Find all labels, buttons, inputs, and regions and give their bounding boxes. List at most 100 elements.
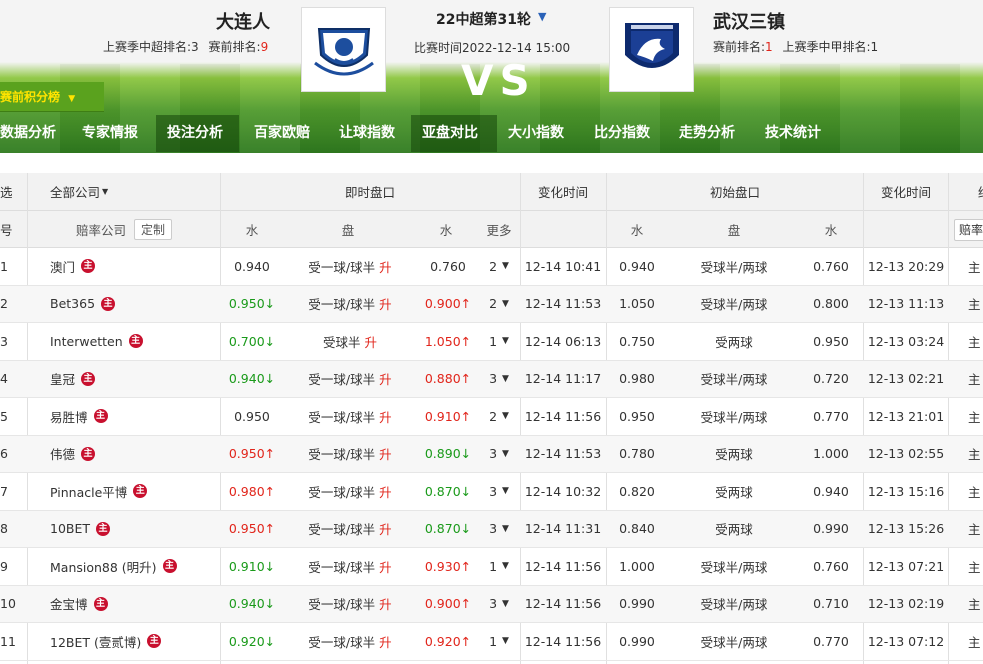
initial-odds-header: 初始盘口 [709,185,760,200]
initial-line-header: 盘 [727,222,741,238]
initial-water-away-text: 0.950 [813,333,849,349]
change-time-header: 变化时间 [537,185,588,200]
tab-data-analysis[interactable]: 数据分析 [0,115,72,152]
company-name[interactable]: 10BET 主 [50,511,220,548]
more-dropdown[interactable]: 2 ▼ [478,248,520,285]
initial-change-time-text: 12-13 02:55 [867,446,945,462]
arrow-up-icon: ↑ [460,558,472,574]
live-water-home: 0.950 ↑ [222,436,282,473]
more-dropdown[interactable]: 1 ▼ [478,323,520,360]
more-dropdown[interactable]: 3 ▼ [478,361,520,398]
round-label[interactable]: 22中超第31轮 [436,9,531,29]
edge-odds-button[interactable]: 赔率 [954,219,983,241]
line-raise-indicator: 升 [379,522,392,538]
more-dropdown[interactable]: 3 ▼ [478,511,520,548]
more-dropdown[interactable]: 3 ▼ [478,473,520,510]
company-name[interactable]: 澳门主 [50,248,220,285]
company-name[interactable]: Interwetten 主 [50,323,220,360]
home-rank-line: 上赛季中超排名:3 赛前排名:9 [103,38,268,55]
table-row[interactable]: 8 10BET 主 0.950 ↑ 受一球/球半升 0.870 ↓ 3 ▼ 12-14 11:3… [0,510,983,548]
company-name-text: Mansion88 (明升) [50,559,157,575]
live-water-away-text: 0.870 [424,521,461,537]
table-row[interactable]: 4 皇冠主 0.940 ↓ 受一球/球半升 0.880 ↑ 3 ▼ 12-14 11:17 0.… [0,360,983,398]
initial-water-away-text: 0.770 [813,408,849,424]
line-raise-indicator: 升 [364,334,378,350]
more-dropdown[interactable]: 1 ▼ [478,548,520,585]
table-row[interactable]: 5 易胜博主 0.950 受一球/球半升 0.910 ↑ 2 ▼ 12-14 11:56 0.9… [0,398,983,436]
live-water-home-text: 0.950 [228,521,265,537]
table-row[interactable]: 7 Pinnacle平博主 0.980 ↑ 受一球/球半升 0.870 ↓ 3 ▼ 12-14… [0,473,983,511]
company-name[interactable]: Mansion88 (明升) 主 [50,548,220,585]
live-change-time-text: 12-14 11:56 [524,558,602,574]
caret-down-icon: ▼ [502,486,509,497]
tab-euro-odds[interactable]: 百家欧赔 [239,115,325,152]
tab-asian-handicap[interactable]: 亚盘对比 [411,115,497,152]
edge-cell: 主 [968,323,983,360]
table-row[interactable]: 1 澳门主 0.940 受一球/球半升 0.760 2 ▼ 12-14 10:41 0.940 受… [0,248,983,286]
tab-score-index[interactable]: 比分指数 [583,115,668,152]
initial-change-time: 12-13 15:26 [864,511,948,548]
company-name[interactable]: Bet365 主 [50,286,220,323]
initial-handicap-line: 受两球 [674,511,794,548]
match-time: 比赛时间2022-12-14 15:00 [414,41,571,55]
tab-tech-stats[interactable]: 技术统计 [754,115,854,152]
company-name[interactable]: 易胜博主 [50,398,220,435]
live-change-time: 12-14 11:56 [520,623,606,660]
tab-betting-analysis[interactable]: 投注分析 [156,115,239,152]
caret-down-icon: ▼ [502,373,509,384]
initial-water-home-text: 0.750 [619,333,655,349]
initial-water-home: 0.820 [606,473,668,510]
more-dropdown[interactable]: 2 ▼ [478,398,520,435]
customize-button[interactable]: 定制 [134,218,173,240]
more-dropdown[interactable]: 1 ▼ [478,623,520,660]
arrow-up-icon: ↑ [460,371,472,387]
tab-over-under[interactable]: 大小指数 [497,115,583,152]
row-index-text: 1 [0,258,8,274]
edge-cell-text: 主 [968,559,981,575]
initial-water-away-text: 0.990 [813,521,849,537]
tab-trend-analysis[interactable]: 走势分析 [668,115,754,152]
arrow-down-icon: ↓ [264,596,276,612]
live-handicap-line-text: 受一球/球半 [308,634,376,650]
home-team-name[interactable]: 大连人 [216,8,270,34]
dalian-logo-icon [313,27,374,75]
table-row[interactable]: 2 Bet365 主 0.950 ↓ 受一球/球半升 0.900 ↑ 2 ▼ 12-14 11:… [0,285,983,323]
initial-handicap-line-text: 受球半/两球 [700,409,768,425]
home-badge-icon: 主 [147,634,162,649]
table-row[interactable]: 9 Mansion88 (明升) 主 0.910 ↓ 受一球/球半升 0.930 ↑ 1 ▼ 1… [0,548,983,586]
home-team-logo[interactable] [301,7,386,92]
standings-dropdown[interactable]: 赛前积分榜 ▼ [0,82,104,112]
tab-expert-intel[interactable]: 专家情报 [72,115,156,152]
company-name[interactable]: 金宝博主 [50,586,220,623]
more-dropdown[interactable]: 3 ▼ [478,436,520,473]
table-row[interactable]: 3 Interwetten 主 0.700 ↓ 受球半升 1.050 ↑ 1 ▼ 12-14 0… [0,323,983,361]
tab-handicap-index[interactable]: 让球指数 [325,115,411,152]
home-badge-icon: 主 [162,559,177,574]
live-change-time: 12-14 06:13 [520,323,606,360]
live-handicap-line-text: 受一球/球半 [308,484,376,500]
arrow-up-icon: ↑ [264,521,276,537]
initial-water-home: 0.980 [606,361,668,398]
row-index: 11 [0,623,16,660]
chevron-down-icon[interactable]: ▼ [538,10,546,23]
table-row[interactable]: 6 伟德主 0.950 ↑ 受一球/球半升 0.890 ↓ 3 ▼ 12-14 11:53 0.… [0,435,983,473]
company-name[interactable]: 伟德主 [50,436,220,473]
company-name[interactable]: 皇冠主 [50,361,220,398]
live-water-away-text: 1.050 [424,333,461,349]
table-row[interactable]: 11 12BET (壹贰博) 主 0.920 ↓ 受一球/球半升 0.920 ↑ 1 ▼ 12-… [0,623,983,661]
away-team-name[interactable]: 武汉三镇 [713,8,785,34]
away-team-logo[interactable] [609,7,694,92]
more-dropdown[interactable]: 3 ▼ [478,586,520,623]
company-name[interactable]: Pinnacle平博主 [50,473,220,510]
company-name[interactable]: 12BET (壹贰博) 主 [50,623,220,660]
live-water-home-text: 0.980 [228,483,265,499]
more-dropdown[interactable]: 2 ▼ [478,286,520,323]
live-change-time-text: 12-14 11:56 [524,596,602,612]
arrow-down-icon: ↓ [264,371,276,387]
table-row[interactable]: 10 金宝博主 0.940 ↓ 受一球/球半升 0.900 ↑ 3 ▼ 12-14 11:56… [0,585,983,623]
home-badge-icon: 主 [81,446,96,461]
line-raise-indicator: 升 [379,597,392,613]
company-filter-dropdown[interactable]: 全部公司 ▼ [50,173,220,210]
initial-change-time-text: 12-13 07:21 [867,558,945,574]
home-badge-icon: 主 [93,409,108,424]
